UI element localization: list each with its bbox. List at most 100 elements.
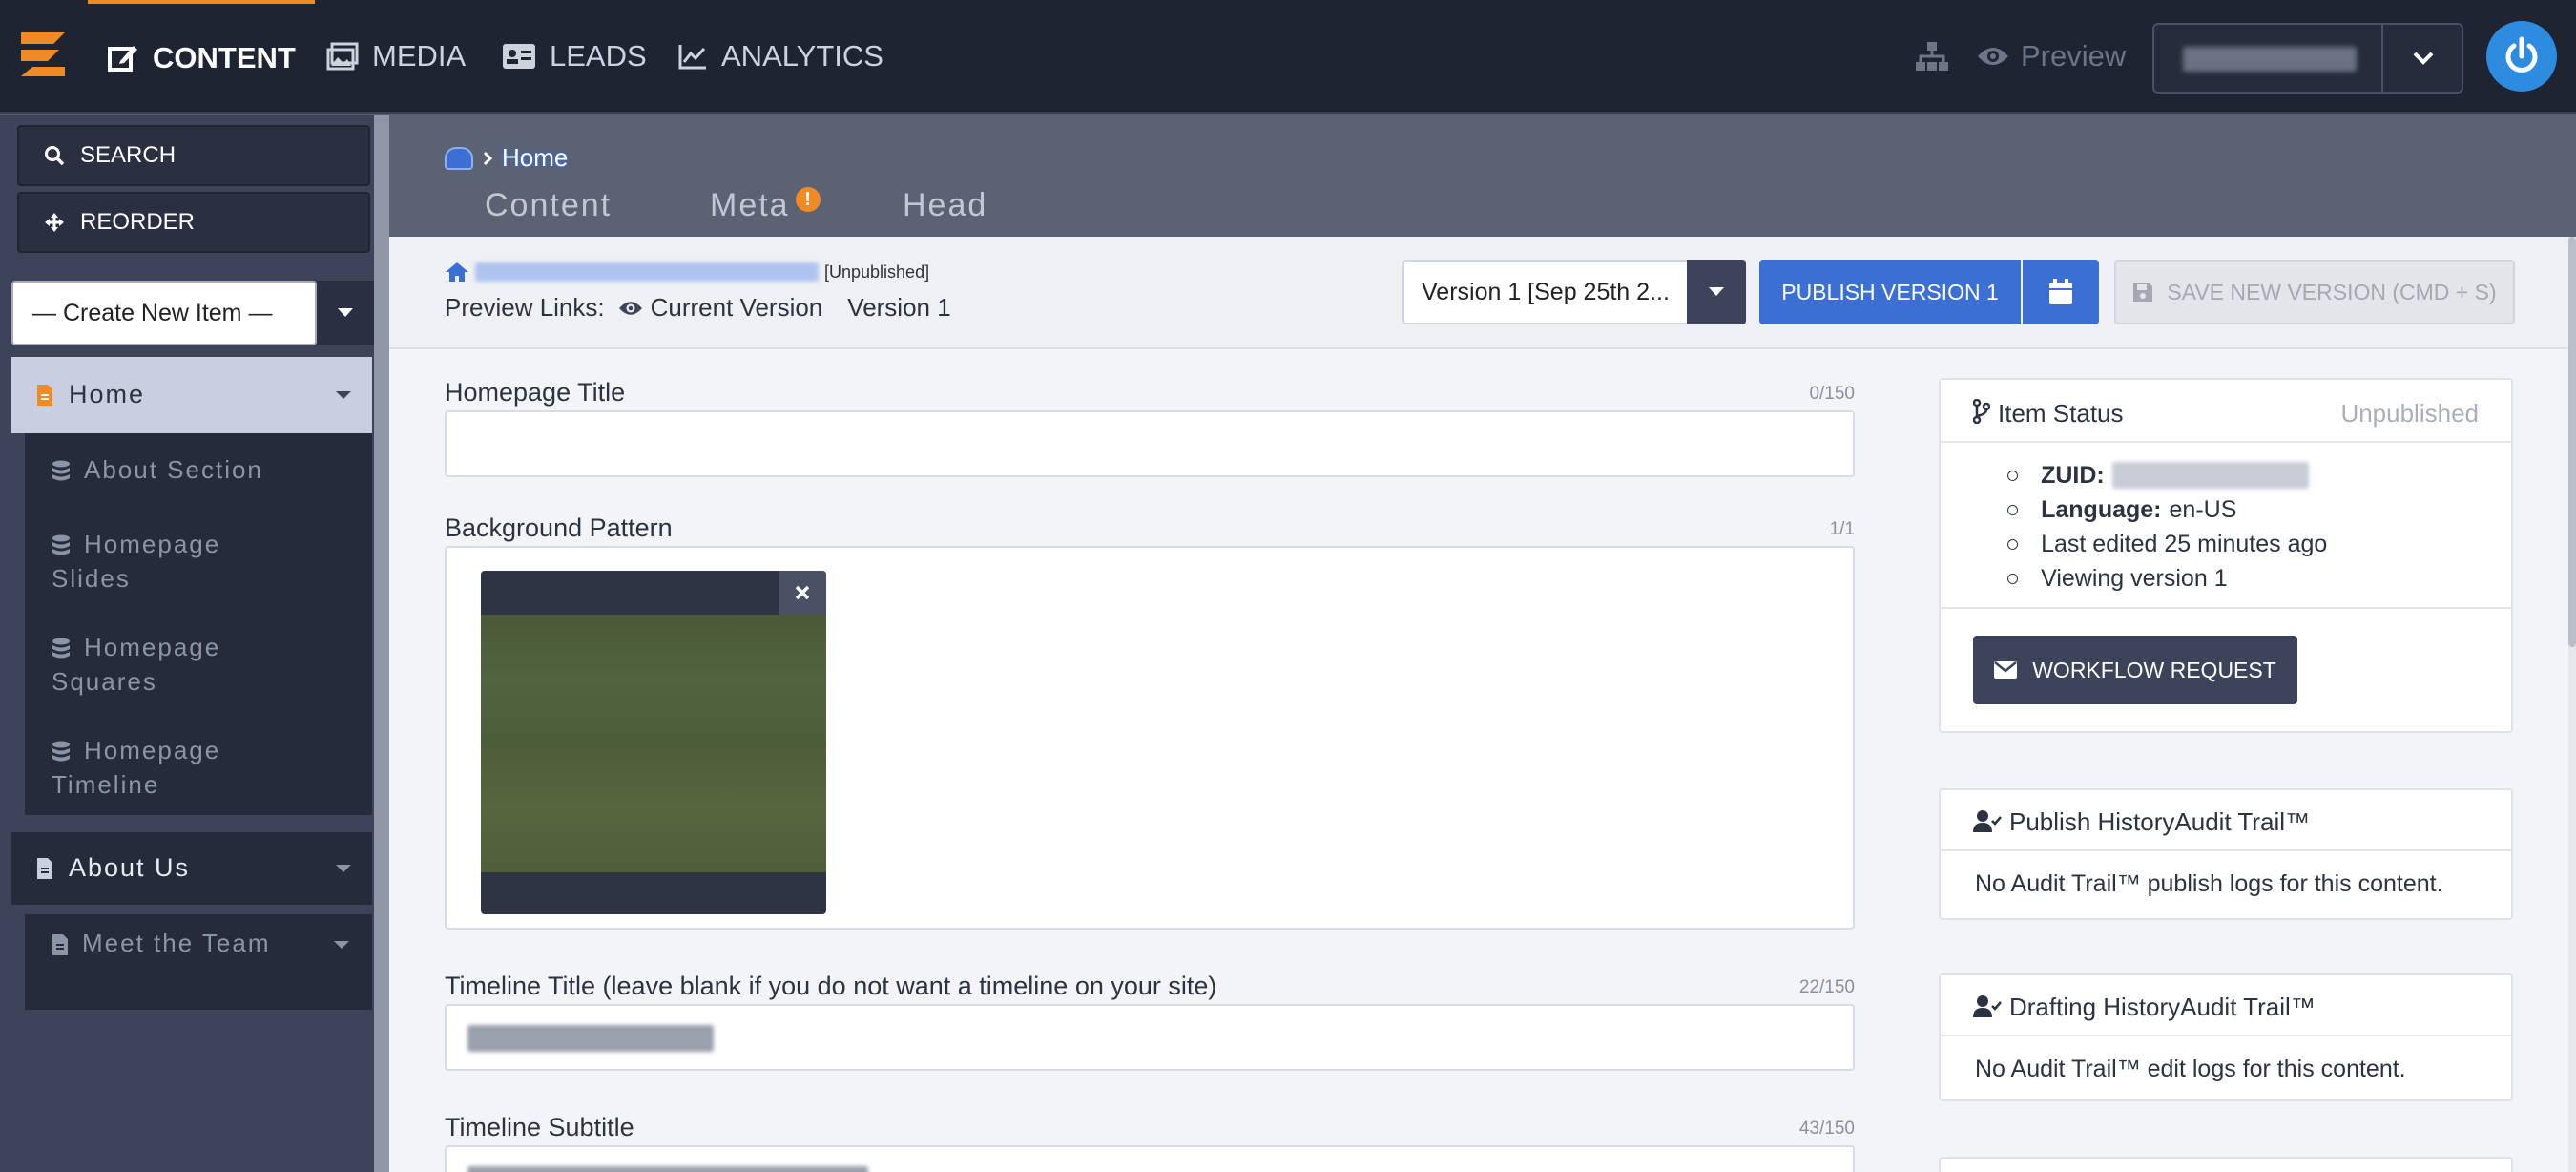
next-card-partial [1939,1157,2513,1172]
caret-down-icon[interactable] [336,391,351,399]
database-icon [52,741,71,764]
database-icon [52,460,71,483]
nav-leads[interactable]: LEADS [502,0,647,113]
reorder-button[interactable]: REORDER [17,192,370,253]
drafting-history-header: Drafting HistoryAudit Trail™ [1941,975,2511,1036]
warning-badge: ! [795,187,821,212]
sidebar-item-homepage-squares[interactable]: Homepage Squares [52,630,300,699]
divider [1941,607,2511,609]
save-new-version-button[interactable]: SAVE NEW VERSION (CMD + S) [2114,260,2515,324]
caret-down-icon[interactable] [334,941,349,949]
address-card-icon [502,43,536,70]
preview-links: Preview Links: Current Version Version 1 [445,293,951,323]
scrollbar[interactable] [2568,237,2576,1172]
nav-content[interactable]: CONTENT [88,0,315,113]
language-row: ○ Language: en-US [2005,496,2237,523]
sidebar-item-homepage-timeline[interactable]: Homepage Timeline [52,733,300,802]
about-us-children: Meet the Team [25,914,372,1010]
drafting-history-empty: No Audit Trail™ edit logs for this conte… [1975,1056,2406,1082]
sidebar-item-home[interactable]: Home [11,357,372,433]
code-branch-icon [1973,399,1990,424]
tab-meta[interactable]: Meta ! [710,187,821,224]
item-status-details: ○ ZUID: ○ Language: en-US ○ Last edited 25 m… [2005,458,2327,596]
sidebar-item-about-section[interactable]: About Section [52,452,263,487]
breadcrumb-home[interactable]: Home [502,143,568,173]
chevron-down-icon[interactable] [2381,25,2463,92]
edit-icon [107,42,139,74]
homepage-title-input[interactable] [445,410,1855,477]
status-badge: Unpublished [2340,399,2479,428]
eye-icon [618,300,643,317]
remove-image-close-icon[interactable] [779,571,826,615]
item-status-card: Item Status Unpublished ○ ZUID: ○ Language… [1939,378,2513,733]
timeline-subtitle-label: Timeline Subtitle [445,1113,634,1141]
sidebar-item-meet-the-team[interactable]: Meet the Team [52,926,300,960]
background-pattern-count: 1/1 [1829,519,1855,539]
image-preview [481,615,826,872]
home-icon [445,262,469,283]
create-new-item-select[interactable]: — Create New Item — [11,281,317,345]
dashboard-icon[interactable] [445,146,473,170]
tab-head[interactable]: Head [903,187,987,224]
homepage-title-count: 0/150 [1809,384,1855,404]
user-check-icon [1973,994,2002,1017]
tab-content[interactable]: Content [485,187,612,224]
image-thumbnail[interactable] [481,571,826,914]
timeline-title-value-redacted [467,1025,714,1052]
live-url-redacted[interactable] [475,262,819,282]
timeline-title-label: Timeline Title (leave blank if you do no… [445,972,1217,1000]
preview-current-version-link[interactable]: Current Version [651,293,823,323]
site-selector[interactable] [2152,23,2463,94]
live-url-row: [Unpublished] [445,262,929,283]
database-icon [52,638,71,660]
timeline-subtitle-count: 43/150 [1798,1119,1855,1139]
preview-button[interactable]: Preview [1977,0,2126,113]
site-name-redacted [2183,47,2357,72]
caret-down-icon[interactable] [336,865,351,872]
nav-analytics[interactable]: ANALYTICS [677,0,883,113]
envelope-icon [1994,661,2018,679]
line-chart-icon [677,42,708,71]
file-icon [36,857,53,880]
chevron-right-icon [483,151,492,166]
sidebar-item-about-us[interactable]: About Us [11,832,372,905]
zuid-redacted [2111,462,2309,489]
eye-icon [1977,45,2009,68]
workflow-request-button[interactable]: WORKFLOW REQUEST [1973,636,2297,704]
breadcrumb: Home [445,143,568,173]
timeline-title-input[interactable] [445,1004,1855,1071]
timeline-subtitle-input[interactable] [445,1145,1855,1172]
item-status-header: Item Status Unpublished [1941,380,2511,443]
background-pattern-label: Background Pattern [445,513,673,542]
last-edited-row: ○ Last edited 25 minutes ago [2005,531,2328,557]
preview-version-1-link[interactable]: Version 1 [847,293,950,323]
database-icon [52,534,71,557]
version-select-dropdown[interactable] [1687,260,1746,324]
search-button[interactable]: SEARCH [17,125,370,186]
search-icon [44,145,65,166]
create-new-item-dropdown[interactable] [317,281,374,345]
drafting-history-card: Drafting HistoryAudit Trail™ No Audit Tr… [1939,973,2513,1101]
homepage-title-label: Homepage Title [445,378,626,407]
account-power-icon[interactable] [2486,21,2557,92]
background-pattern-field [445,546,1855,930]
viewing-version-row: ○ Viewing version 1 [2005,565,2228,592]
zuid-row: ○ ZUID: [2005,458,2327,492]
nav-media[interactable]: MEDIA [326,0,466,113]
image-icon [326,42,359,71]
publish-history-empty: No Audit Trail™ publish logs for this co… [1975,870,2443,897]
top-bar: CONTENT MEDIA LEADS ANALYTICS Preview [0,0,2576,114]
file-icon [36,384,53,407]
timeline-title-count: 22/150 [1798,977,1855,997]
sidebar-gutter [374,115,389,1172]
schedule-publish-button[interactable] [2023,260,2099,324]
publish-history-header: Publish HistoryAudit Trail™ [1941,790,2511,851]
sitemap-icon[interactable] [1914,0,1950,113]
user-check-icon [1973,809,2002,832]
arrows-move-icon [44,212,65,233]
zesty-logo[interactable] [15,29,71,80]
publish-version-button[interactable]: PUBLISH VERSION 1 [1759,260,2021,324]
home-children: About Section Homepage Slides Homepage S… [25,433,372,815]
timeline-subtitle-value-redacted [467,1166,868,1172]
sidebar-item-homepage-slides[interactable]: Homepage Slides [52,527,300,596]
